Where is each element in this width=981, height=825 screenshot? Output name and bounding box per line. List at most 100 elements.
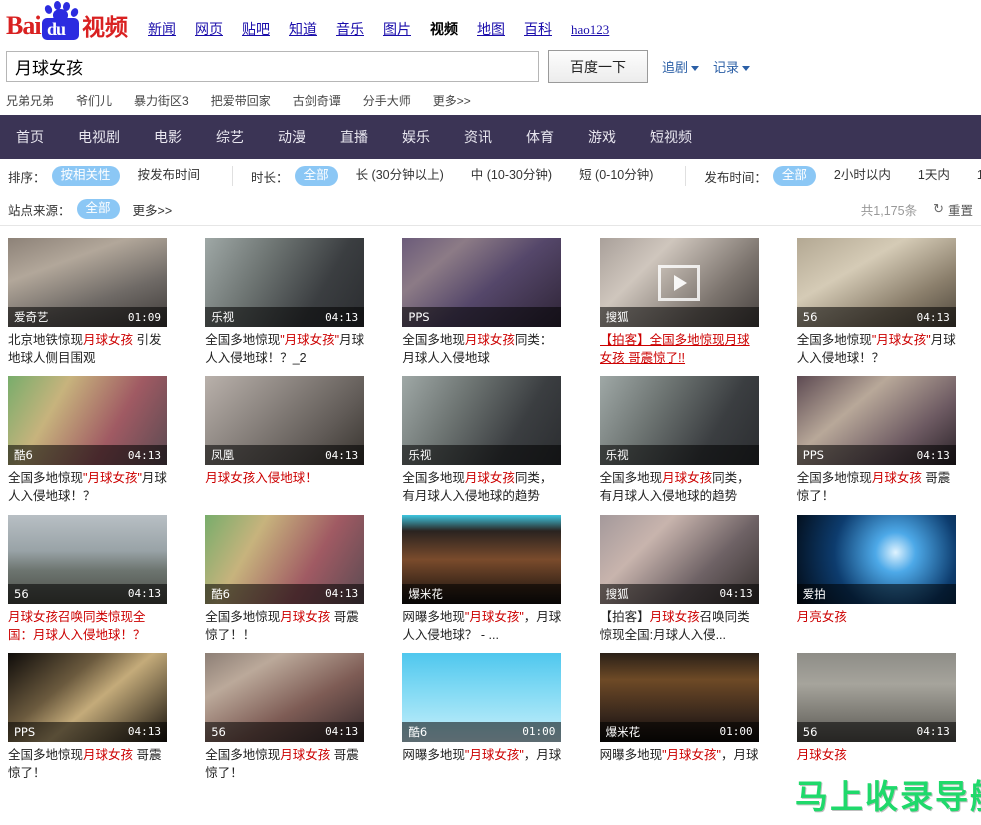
video-title-link[interactable]: 全国多地惊现"月球女孩"月球人入侵地球！？	[8, 469, 167, 505]
video-title-link[interactable]: 【拍客】月球女孩召唤同类惊现全国:月球人入侵...	[600, 608, 759, 644]
channel-nav-item-news[interactable]: 资讯	[447, 127, 509, 147]
video-thumbnail[interactable]: 凤凰04:13	[205, 376, 364, 465]
channel-nav-item-short-video[interactable]: 短视频	[633, 127, 709, 147]
video-title-link[interactable]: 北京地铁惊现月球女孩 引发地球人侧目围观	[8, 331, 167, 367]
top-nav-item-baike[interactable]: 百科	[524, 19, 552, 39]
hotword-item-3[interactable]: 把爱带回家	[211, 92, 271, 109]
channel-nav-item-home[interactable]: 首页	[8, 127, 61, 147]
baidu-logo[interactable]: Bai du 视频	[6, 8, 134, 42]
video-result-card[interactable]: 5604:13全国多地惊现月球女孩 哥震惊了！	[205, 653, 364, 782]
video-title-link[interactable]: 全国多地现月球女孩同类，有月球人入侵地球的趋势	[402, 469, 561, 505]
video-title-link[interactable]: 全国多地现月球女孩同类，有月球人入侵地球的趋势	[600, 469, 759, 505]
channel-nav-item-live[interactable]: 直播	[323, 127, 385, 147]
filter-option-duration-medium[interactable]: 中 (10-30分钟)	[462, 166, 561, 186]
video-result-card[interactable]: 乐视04:13全国多地惊现"月球女孩"月球人入侵地球！？_2	[205, 238, 364, 367]
follow-drama-dropdown[interactable]: 追剧	[662, 57, 699, 76]
video-title-link[interactable]: 全国多地惊现月球女孩 哥震惊了！	[797, 469, 956, 505]
top-nav-item-web[interactable]: 网页	[195, 19, 223, 39]
video-thumbnail[interactable]: PPS04:13	[8, 653, 167, 742]
filter-option-time-1d[interactable]: 1天内	[909, 166, 959, 186]
channel-nav-item-variety[interactable]: 综艺	[199, 127, 261, 147]
hotword-item-0[interactable]: 兄弟兄弟	[6, 92, 54, 109]
video-thumbnail[interactable]: 爆米花01:00	[600, 653, 759, 742]
video-result-card[interactable]: 酷604:13 全国多地惊现"月球女孩"月球人入侵地球！？	[8, 376, 167, 505]
video-thumbnail[interactable]: 爱奇艺01:09	[8, 238, 167, 327]
channel-nav-item-entertainment[interactable]: 娱乐	[385, 127, 447, 147]
video-title-link[interactable]: 【拍客】全国多地惊现月球女孩 哥震惊了!!	[600, 331, 759, 367]
filter-option-time-all[interactable]: 全部	[773, 166, 816, 186]
top-nav-item-images[interactable]: 图片	[383, 19, 411, 39]
video-title-link[interactable]: 月球女孩召唤同类惊现全国：月球人入侵地球！？	[8, 608, 167, 644]
video-result-card[interactable]: 酷604:13 全国多地惊现月球女孩 哥震惊了！！	[205, 515, 364, 644]
video-title-link[interactable]: 网曝多地现"月球女孩"，月球	[402, 746, 561, 764]
video-result-card[interactable]: 搜狐04:13 【拍客】月球女孩召唤同类惊现全国:月球人入侵...	[600, 515, 759, 644]
video-thumbnail[interactable]: 乐视	[600, 376, 759, 465]
video-thumbnail[interactable]: 5604:13	[8, 515, 167, 604]
video-thumbnail[interactable]: 乐视	[402, 376, 561, 465]
top-nav-item-news[interactable]: 新闻	[148, 19, 176, 39]
filter-option-time-1w[interactable]: 1周内	[968, 166, 981, 186]
filter-option-duration-long[interactable]: 长 (30分钟以上)	[347, 166, 453, 186]
video-thumbnail[interactable]: 酷601:00	[402, 653, 561, 742]
hotword-item-2[interactable]: 暴力街区3	[134, 92, 189, 109]
video-result-card[interactable]: 5604:13 全国多地惊现"月球女孩"月球人入侵地球！？	[797, 238, 956, 367]
hotword-item-1[interactable]: 爷们儿	[76, 92, 112, 109]
play-button-icon[interactable]	[658, 265, 700, 301]
filter-source-more-link[interactable]: 更多>>	[133, 200, 173, 219]
hotword-item-4[interactable]: 古剑奇谭	[293, 92, 341, 109]
top-nav-item-music[interactable]: 音乐	[336, 19, 364, 39]
video-result-card[interactable]: 乐视全国多地现月球女孩同类，有月球人入侵地球的趋势	[600, 376, 759, 505]
video-thumbnail[interactable]: 搜狐	[600, 238, 759, 327]
search-input[interactable]	[6, 51, 539, 82]
video-title-link[interactable]: 全国多地惊现月球女孩 哥震惊了！！	[205, 608, 364, 644]
hotword-more-link[interactable]: 更多>>	[433, 92, 471, 109]
video-title-link[interactable]: 全国多地惊现月球女孩 哥震惊了！	[8, 746, 167, 782]
video-result-card[interactable]: 酷601:00 网曝多地现"月球女孩"，月球	[402, 653, 561, 782]
top-nav-item-map[interactable]: 地图	[477, 19, 505, 39]
video-thumbnail[interactable]: 酷604:13	[8, 376, 167, 465]
video-title-link[interactable]: 月球女孩	[797, 746, 956, 764]
video-result-card[interactable]: 凤凰04:13 月球女孩入侵地球！	[205, 376, 364, 505]
video-thumbnail[interactable]: 酷604:13	[205, 515, 364, 604]
video-thumbnail[interactable]: 爆米花	[402, 515, 561, 604]
top-nav-item-hao123[interactable]: hao123	[571, 22, 609, 38]
video-thumbnail[interactable]: 5604:13	[797, 238, 956, 327]
channel-nav-item-tv[interactable]: 电视剧	[61, 127, 137, 147]
reset-filters-button[interactable]: ↻ 重置	[933, 200, 973, 219]
video-title-link[interactable]: 全国多地现月球女孩同类：月球人入侵地球	[402, 331, 561, 367]
video-result-card[interactable]: 5604:13 月球女孩召唤同类惊现全国：月球人入侵地球！？	[8, 515, 167, 644]
video-title-link[interactable]: 全国多地惊现"月球女孩"月球人入侵地球！？	[797, 331, 956, 367]
channel-nav-item-sports[interactable]: 体育	[509, 127, 571, 147]
search-button[interactable]: 百度一下	[548, 50, 648, 83]
filter-option-sort-relevance[interactable]: 按相关性	[52, 166, 120, 186]
video-result-card[interactable]: 爱奇艺01:09 北京地铁惊现月球女孩 引发地球人侧目围观	[8, 238, 167, 367]
video-thumbnail[interactable]: PPS	[402, 238, 561, 327]
video-result-card[interactable]: 乐视全国多地现月球女孩同类，有月球人入侵地球的趋势	[402, 376, 561, 505]
video-title-link[interactable]: 网曝多地现"月球女孩"，月球人入侵地球？ - ...	[402, 608, 561, 644]
top-nav-item-video[interactable]: 视频	[430, 19, 458, 39]
channel-nav-item-anime[interactable]: 动漫	[261, 127, 323, 147]
video-title-link[interactable]: 月亮女孩	[797, 608, 956, 626]
video-thumbnail[interactable]: PPS04:13	[797, 376, 956, 465]
filter-option-duration-all[interactable]: 全部	[295, 166, 338, 186]
video-thumbnail[interactable]: 5604:13	[205, 653, 364, 742]
channel-nav-item-games[interactable]: 游戏	[571, 127, 633, 147]
filter-option-time-2h[interactable]: 2小时以内	[825, 166, 900, 186]
video-thumbnail[interactable]: 爱拍	[797, 515, 956, 604]
video-result-card[interactable]: 爆米花01:00 网曝多地现"月球女孩"，月球	[600, 653, 759, 782]
video-thumbnail[interactable]: 乐视04:13	[205, 238, 364, 327]
video-result-card[interactable]: 5604:13月球女孩	[797, 653, 956, 782]
video-thumbnail[interactable]: 搜狐04:13	[600, 515, 759, 604]
channel-nav-item-movie[interactable]: 电影	[137, 127, 199, 147]
top-nav-item-tieba[interactable]: 贴吧	[242, 19, 270, 39]
video-result-card[interactable]: PPS04:13 全国多地惊现月球女孩 哥震惊了！	[8, 653, 167, 782]
video-title-link[interactable]: 月球女孩入侵地球！	[205, 469, 364, 487]
hotword-item-5[interactable]: 分手大师	[363, 92, 411, 109]
video-result-card[interactable]: 爱拍月亮女孩	[797, 515, 956, 644]
video-title-link[interactable]: 网曝多地现"月球女孩"，月球	[600, 746, 759, 764]
video-result-card[interactable]: PPS 全国多地现月球女孩同类：月球人入侵地球	[402, 238, 561, 367]
history-dropdown[interactable]: 记录	[713, 57, 750, 76]
video-result-card[interactable]: PPS04:13 全国多地惊现月球女孩 哥震惊了！	[797, 376, 956, 505]
filter-option-duration-short[interactable]: 短 (0-10分钟)	[570, 166, 662, 186]
top-nav-item-zhidao[interactable]: 知道	[289, 19, 317, 39]
